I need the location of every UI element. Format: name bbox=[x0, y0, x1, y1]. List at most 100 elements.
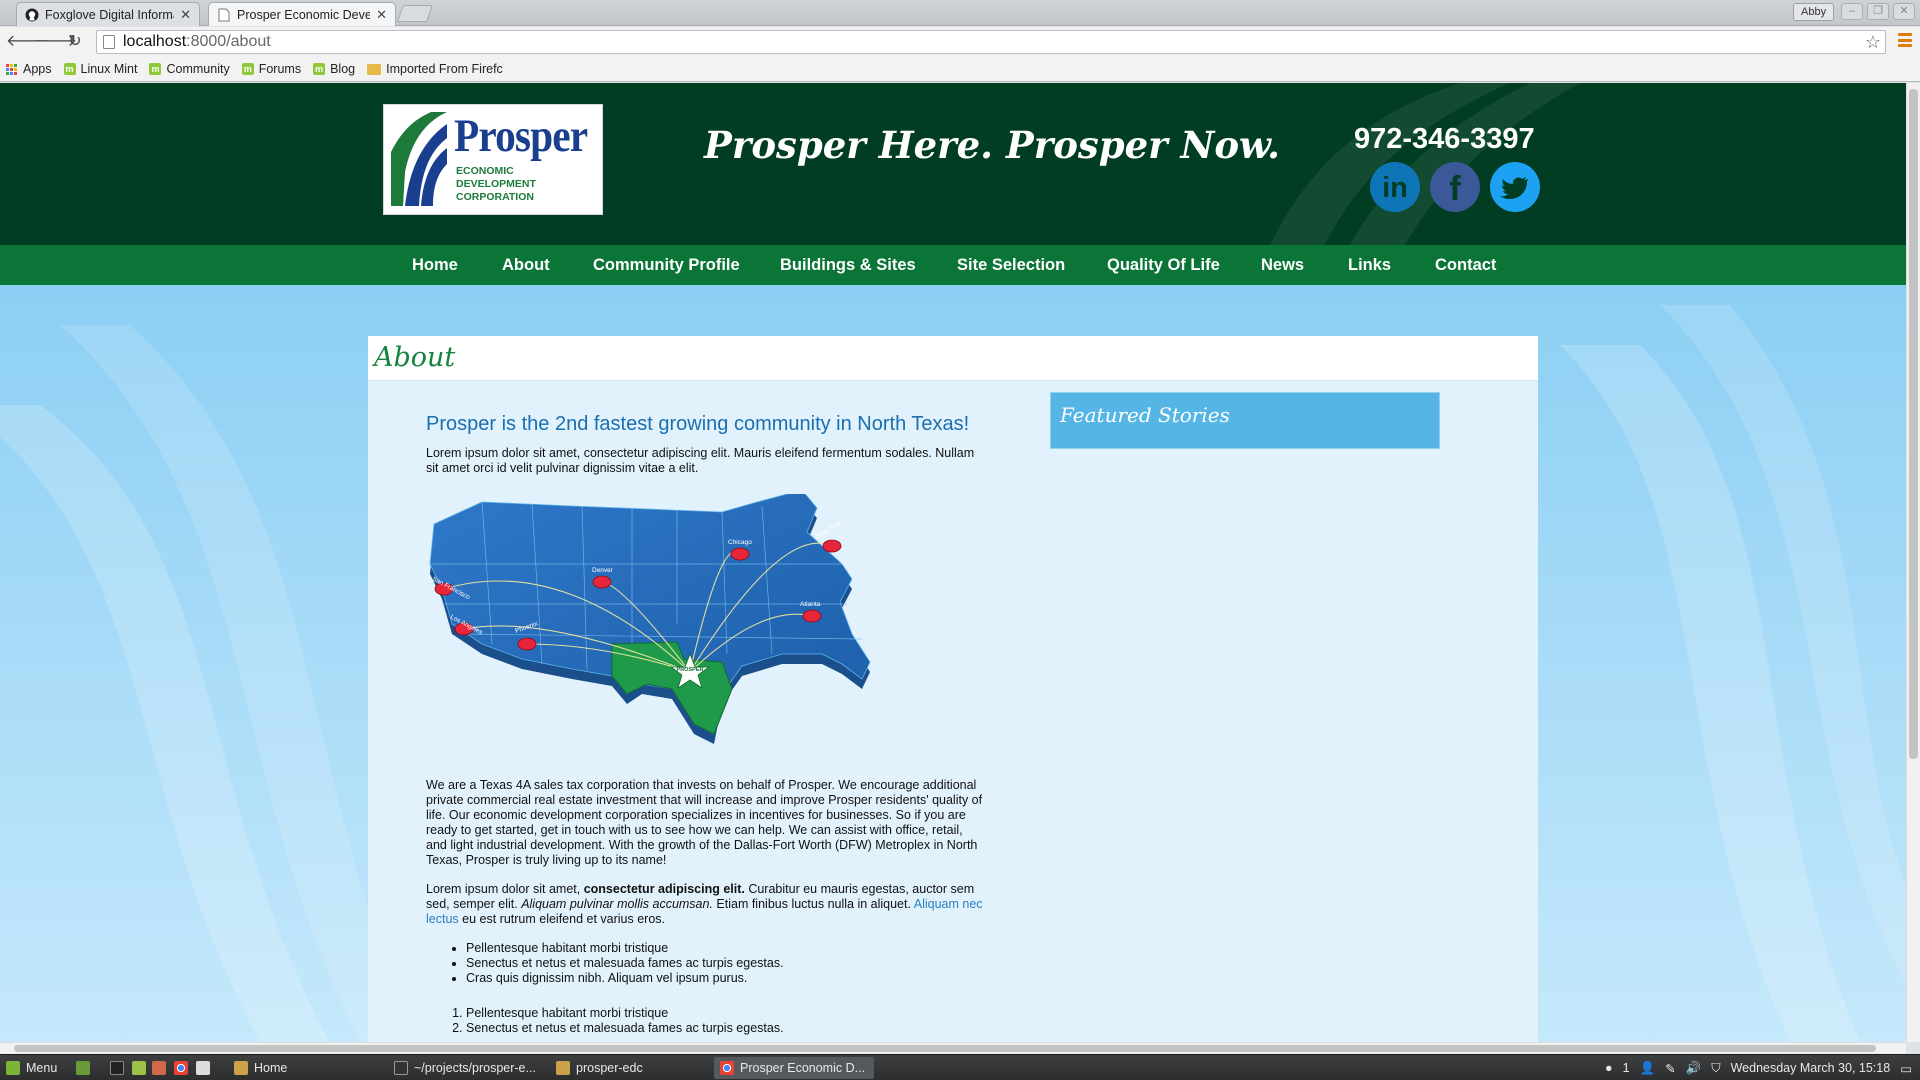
show-desktop-corner-icon[interactable]: ▭ bbox=[1900, 1061, 1912, 1076]
bookmark-star-icon[interactable]: ☆ bbox=[1865, 32, 1881, 53]
map-city-label: Denver bbox=[592, 567, 614, 574]
nav-community-profile[interactable]: Community Profile bbox=[593, 245, 740, 285]
window-label: Prosper Economic D... bbox=[740, 1061, 866, 1075]
browser-toolbar: 🡐 🡒 ↻ localhost:8000/about ☆ bbox=[0, 27, 1920, 57]
forward-arrow-icon[interactable]: 🡒 bbox=[34, 32, 77, 52]
window-label: Home bbox=[254, 1061, 288, 1075]
tab-title: Foxglove Digital Informa bbox=[45, 7, 175, 22]
linkedin-icon[interactable]: in bbox=[1370, 162, 1420, 212]
volume-icon[interactable]: 🔊 bbox=[1686, 1061, 1702, 1076]
mint-icon: m bbox=[149, 63, 162, 75]
address-bar[interactable]: localhost:8000/about ☆ bbox=[96, 30, 1886, 54]
taskbar-window-terminal[interactable]: ~/projects/prosper-e... bbox=[388, 1057, 544, 1079]
bookmark-blog[interactable]: m Blog bbox=[313, 62, 355, 76]
terminal-launcher-icon[interactable] bbox=[110, 1055, 130, 1080]
bookmark-linux-mint[interactable]: m Linux Mint bbox=[63, 62, 137, 76]
minimize-window-button[interactable]: – bbox=[1841, 3, 1863, 20]
user-icon[interactable]: 👤 bbox=[1640, 1061, 1656, 1076]
nav-site-selection[interactable]: Site Selection bbox=[957, 245, 1065, 285]
svg-text:f: f bbox=[1449, 170, 1461, 208]
start-menu-label: Menu bbox=[26, 1061, 58, 1075]
clock[interactable]: Wednesday March 30, 15:18 bbox=[1731, 1061, 1891, 1075]
horizontal-scrollbar[interactable] bbox=[0, 1042, 1906, 1054]
browser-tab-prosper[interactable]: Prosper Economic Devel ✕ bbox=[208, 2, 396, 26]
list-item: Senectus et netus et malesuada fames ac … bbox=[466, 1021, 986, 1036]
vertical-scrollbar[interactable] bbox=[1906, 83, 1920, 1042]
browser-tab-foxglove[interactable]: Foxglove Digital Informa ✕ bbox=[16, 2, 200, 26]
new-tab-button[interactable] bbox=[396, 5, 434, 22]
taskbar-window-home[interactable]: Home bbox=[228, 1057, 378, 1079]
taskbar-window-prosper-edc[interactable]: prosper-edc bbox=[550, 1057, 710, 1079]
apps-grid-icon bbox=[6, 63, 17, 75]
bookmark-label: Forums bbox=[258, 62, 302, 76]
close-window-button[interactable]: ✕ bbox=[1893, 3, 1915, 20]
phone-number[interactable]: 972-346-3397 bbox=[1354, 123, 1535, 156]
nav-quality-of-life[interactable]: Quality Of Life bbox=[1107, 245, 1220, 285]
back-arrow-icon[interactable]: 🡐 bbox=[6, 32, 49, 52]
mint-icon: m bbox=[313, 63, 326, 75]
url-path: :8000/about bbox=[186, 33, 271, 50]
chrome-launcher-icon[interactable] bbox=[174, 1055, 194, 1080]
folder-icon bbox=[132, 1061, 146, 1075]
close-tab-icon[interactable]: ✕ bbox=[180, 7, 191, 23]
system-tray: ● 1 👤 ✎ 🔊 ⛉ Wednesday March 30, 15:18 ▭ bbox=[1605, 1055, 1912, 1080]
svg-text:in: in bbox=[1382, 172, 1408, 204]
nav-buildings-sites[interactable]: Buildings & Sites bbox=[780, 245, 916, 285]
scrollbar-thumb[interactable] bbox=[1909, 89, 1918, 759]
taskbar-window-browser[interactable]: Prosper Economic D... bbox=[714, 1057, 874, 1079]
show-desktop-icon[interactable] bbox=[76, 1055, 96, 1080]
page-headline: Prosper is the 2nd fastest growing commu… bbox=[426, 413, 970, 435]
logo-subtitle-line: ECONOMIC bbox=[456, 165, 514, 177]
folder-icon bbox=[234, 1061, 248, 1075]
nav-links[interactable]: Links bbox=[1348, 245, 1391, 285]
page-icon bbox=[217, 8, 231, 22]
site-nav: Home About Community Profile Buildings &… bbox=[0, 245, 1906, 285]
apps-launcher-icon[interactable] bbox=[196, 1055, 216, 1080]
window-list-icon bbox=[196, 1061, 210, 1075]
mint-icon: m bbox=[241, 63, 254, 75]
window-label: ~/projects/prosper-e... bbox=[414, 1061, 536, 1075]
browser-menu-icon[interactable] bbox=[1898, 33, 1912, 47]
mint-icon: m bbox=[63, 63, 76, 75]
site-tagline: Prosper Here. Prosper Now. bbox=[704, 123, 1281, 167]
main-column: Prosper is the 2nd fastest growing commu… bbox=[426, 413, 986, 1042]
editor-launcher-icon[interactable] bbox=[152, 1055, 172, 1080]
bookmark-apps[interactable]: Apps bbox=[6, 62, 52, 76]
scrollbar-thumb[interactable] bbox=[14, 1045, 1876, 1052]
header-swoosh-decoration bbox=[1270, 83, 1580, 245]
lorem-italic-text: Aliquam pulvinar mollis accumsan. bbox=[521, 897, 713, 911]
list-item: Cras quis dignissim nibh. Aliquam vel ip… bbox=[466, 971, 986, 986]
facebook-icon[interactable]: f bbox=[1430, 162, 1480, 212]
page-title: About bbox=[374, 342, 456, 373]
list-item: Pellentesque habitant morbi tristique bbox=[466, 941, 986, 956]
nav-contact[interactable]: Contact bbox=[1435, 245, 1496, 285]
profile-button[interactable]: Abby bbox=[1793, 3, 1835, 21]
bookmark-community[interactable]: m Community bbox=[149, 62, 230, 76]
logo-mark-icon bbox=[391, 112, 447, 206]
site-logo[interactable]: Prosper ECONOMIC DEVELOPMENT CORPORATION bbox=[383, 104, 603, 215]
chrome-icon bbox=[174, 1061, 188, 1075]
maximize-window-button[interactable]: ❐ bbox=[1867, 3, 1889, 20]
logo-subtitle-line: DEVELOPMENT bbox=[456, 178, 536, 190]
twitter-icon[interactable] bbox=[1490, 162, 1540, 212]
nav-home[interactable]: Home bbox=[412, 245, 458, 285]
bookmark-forums[interactable]: m Forums bbox=[241, 62, 302, 76]
close-tab-icon[interactable]: ✕ bbox=[376, 7, 387, 23]
files-launcher-icon[interactable] bbox=[132, 1055, 152, 1080]
site-header: Prosper ECONOMIC DEVELOPMENT CORPORATION… bbox=[0, 83, 1906, 245]
start-menu-button[interactable]: Menu bbox=[6, 1055, 57, 1080]
map-city-label: New York bbox=[816, 520, 844, 540]
nav-about[interactable]: About bbox=[502, 245, 550, 285]
folder-icon bbox=[367, 63, 382, 75]
editor-icon bbox=[152, 1061, 166, 1075]
mint-icon bbox=[6, 1061, 20, 1075]
reload-icon[interactable]: ↻ bbox=[64, 32, 86, 52]
lorem-text: Etiam finibus luctus nulla in aliquet. bbox=[712, 897, 914, 911]
notification-icon[interactable]: ● bbox=[1605, 1061, 1613, 1075]
edit-tool-icon[interactable]: ✎ bbox=[1665, 1061, 1675, 1076]
url-host: localhost bbox=[123, 33, 187, 50]
bookmark-imported-folder[interactable]: Imported From Firefc bbox=[367, 62, 503, 76]
update-shield-icon[interactable]: ⛉ bbox=[1711, 1061, 1720, 1076]
nav-news[interactable]: News bbox=[1261, 245, 1304, 285]
us-map-image: PROSPER San Francisco Los Angeles Phoeni… bbox=[422, 489, 922, 764]
